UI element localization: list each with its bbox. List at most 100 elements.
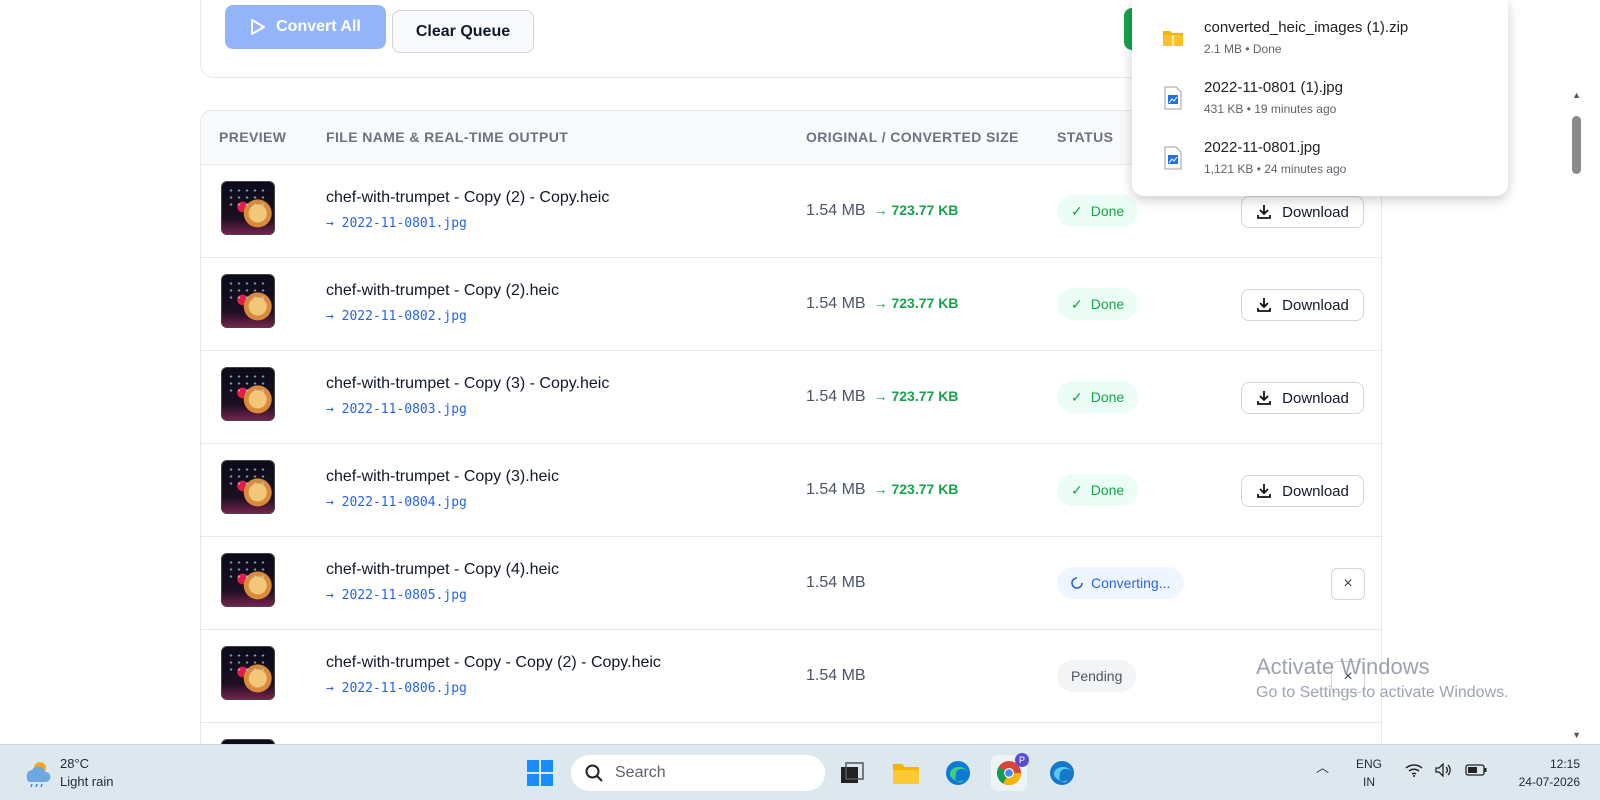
search-icon [585,764,603,782]
download-button[interactable]: Download [1241,382,1364,414]
close-icon: × [1343,575,1353,592]
download-icon [1257,484,1272,498]
size-info: 1.54 MB → 723.77 KB [806,202,958,220]
file-name: chef-with-trumpet - Copy (3).heic [326,468,559,485]
download-icon [1257,391,1272,405]
system-tray[interactable] [1405,763,1487,777]
header-filename: FILE NAME & REAL-TIME OUTPUT [326,129,569,145]
converted-size: → 723.77 KB [873,388,959,404]
output-name: → 2022-11-0801.jpg [326,216,467,231]
output-name: → 2022-11-0806.jpg [326,681,467,696]
status-label: Converting... [1091,575,1171,591]
file-name: chef-with-trumpet - Copy (2).heic [326,282,559,299]
download-item[interactable]: converted_heic_images (1).zip 2.1 MB • D… [1132,10,1508,70]
chevron-up-icon[interactable]: ︿ [1316,757,1329,776]
edge-dev-button[interactable] [1044,755,1080,791]
scroll-up-icon[interactable]: ▲ [1572,90,1581,100]
scroll-thumb[interactable] [1572,116,1581,174]
activation-watermark: Activate Windows Go to Settings to activ… [1256,654,1509,702]
file-explorer-button[interactable] [888,755,924,791]
download-file-name: 2022-11-0801.jpg [1204,139,1321,156]
preview-thumbnail [221,181,275,235]
cloud-rain-icon [26,762,51,788]
file-name: chef-with-trumpet - Copy (4).heic [326,561,559,578]
table-row [201,723,1381,744]
convert-all-button[interactable]: Convert All [225,5,386,49]
clock[interactable]: 12:15 24-07-2026 [1500,755,1580,791]
status-badge: Pending [1057,660,1137,692]
status-badge: ✓ Done [1057,381,1139,413]
status-label: Done [1090,203,1125,219]
table-row: chef-with-trumpet - Copy - Copy (2) - Co… [201,630,1381,723]
size-info: 1.54 MB → 723.77 KB [806,295,958,313]
wifi-icon [1405,764,1423,777]
original-size: 1.54 MB [806,481,866,498]
language-indicator[interactable]: ENG IN [1356,755,1382,791]
windows-icon [527,760,553,786]
converted-size: → 723.77 KB [873,481,959,497]
table-row: chef-with-trumpet - Copy (4).heic → 2022… [201,537,1381,630]
convert-all-label: Convert All [276,18,361,35]
header-status: STATUS [1057,129,1114,145]
original-size: 1.54 MB [806,295,866,312]
converter-page: Convert All Clear Queue PREVIEW FILE NAM… [0,0,1584,744]
file-name: chef-with-trumpet - Copy - Copy (2) - Co… [326,654,661,671]
clock-date: 24-07-2026 [1518,775,1580,789]
scroll-down-icon[interactable]: ▼ [1572,730,1581,740]
task-view-button[interactable] [834,755,870,791]
check-icon: ✓ [1071,202,1083,219]
output-name: → 2022-11-0802.jpg [326,309,467,324]
download-button[interactable]: Download [1241,475,1364,507]
table-row: chef-with-trumpet - Copy (3).heic → 2022… [201,444,1381,537]
edge-icon [1050,761,1074,785]
header-size: ORIGINAL / CONVERTED SIZE [806,129,1019,145]
weather-desc: Light rain [60,774,114,789]
taskbar-search[interactable]: Search [571,755,825,791]
image-file-icon [1164,86,1182,110]
region-code: IN [1363,775,1375,789]
check-icon: ✓ [1071,388,1083,405]
size-info: 1.54 MB [806,574,866,592]
header-preview: PREVIEW [219,129,287,145]
battery-icon [1465,764,1487,776]
download-file-meta: 1,121 KB • 24 minutes ago [1204,162,1347,176]
download-button[interactable]: Download [1241,196,1364,228]
output-name: → 2022-11-0805.jpg [326,588,467,603]
watermark-title: Activate Windows [1256,654,1430,679]
preview-thumbnail [221,646,275,700]
output-name: → 2022-11-0804.jpg [326,495,467,510]
edge-icon [946,761,970,785]
download-item[interactable]: 2022-11-0801.jpg 1,121 KB • 24 minutes a… [1132,130,1508,190]
status-label: Pending [1071,668,1123,684]
volume-icon [1435,763,1451,777]
download-label: Download [1282,389,1349,407]
status-label: Done [1090,296,1125,312]
download-file-meta: 431 KB • 19 minutes ago [1204,102,1337,116]
status-badge: ✓ Done [1057,288,1139,320]
check-icon: ✓ [1071,481,1083,498]
status-badge: Converting... [1057,567,1185,599]
download-label: Download [1282,203,1349,221]
preview-thumbnail [221,274,275,328]
edge-button[interactable] [940,755,976,791]
download-item[interactable]: 2022-11-0801 (1).jpg 431 KB • 19 minutes… [1132,70,1508,130]
clear-queue-button[interactable]: Clear Queue [392,10,534,53]
preview-thumbnail [221,367,275,421]
vertical-scrollbar[interactable]: ▲ ▼ [1568,0,1584,744]
conversion-table: PREVIEW FILE NAME & REAL-TIME OUTPUT ORI… [200,110,1382,744]
status-label: Done [1090,389,1125,405]
download-button[interactable]: Download [1241,289,1364,321]
spinner-icon [1071,577,1083,589]
taskbar: 28°C Light rain Search P ︿ ENG IN 12:15 … [0,744,1600,800]
file-name: chef-with-trumpet - Copy (3) - Copy.heic [326,375,610,392]
chrome-button[interactable]: P [991,753,1029,791]
status-badge: ✓ Done [1057,195,1139,227]
original-size: 1.54 MB [806,202,866,219]
download-label: Download [1282,296,1349,314]
clear-queue-label: Clear Queue [415,22,511,40]
original-size: 1.54 MB [806,388,866,405]
weather-widget[interactable]: 28°C Light rain [22,755,113,791]
status-label: Done [1090,482,1125,498]
cancel-button[interactable]: × [1331,568,1365,600]
start-button[interactable] [522,755,558,791]
